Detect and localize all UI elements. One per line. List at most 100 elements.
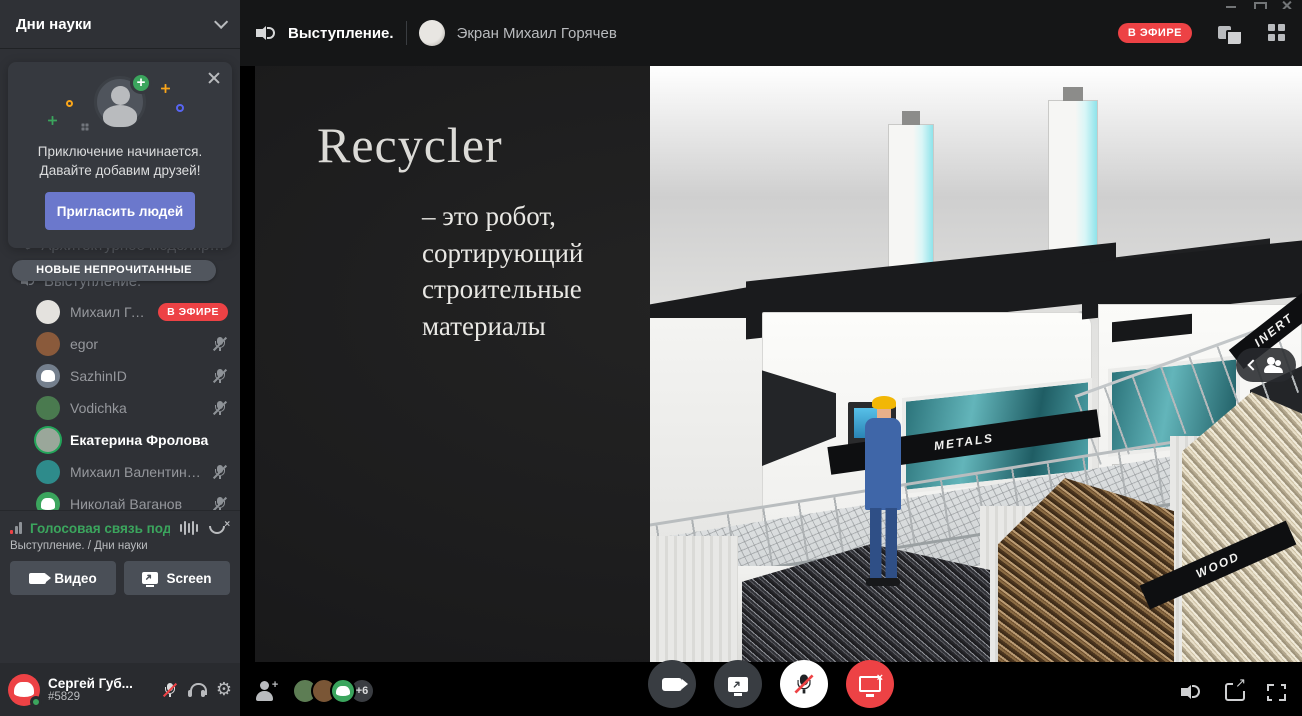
voice-member-row[interactable]: Екатерина Фролова: [0, 424, 240, 456]
participants-icon: [1264, 357, 1284, 373]
member-name: Vodichka: [70, 400, 202, 416]
window-controls[interactable]: [1226, 0, 1292, 9]
speaker-icon: [256, 24, 276, 42]
server-header[interactable]: Дни науки: [0, 0, 240, 48]
sparkle-icon: [82, 124, 85, 127]
settings-gear-icon[interactable]: ⚙: [216, 679, 232, 700]
server-name: Дни науки: [16, 16, 214, 33]
minimize-icon[interactable]: [1226, 0, 1236, 9]
sparkle-icon: [161, 84, 170, 93]
video-button[interactable]: Видео: [10, 561, 116, 595]
screen-share-button[interactable]: [714, 660, 762, 708]
slide-body-line: строительные: [422, 271, 647, 308]
slide-title: Recycler: [317, 116, 647, 174]
avatar[interactable]: [330, 678, 356, 704]
sidebar: Дни науки Архитектурное моделирование Вы…: [0, 0, 240, 716]
stage-header: Выступление. Экран Михаил Горячев В ЭФИР…: [240, 0, 1302, 66]
promo-line1: Приключение начинается.: [8, 142, 232, 161]
user-info[interactable]: Сергей Губ... #5829: [48, 676, 154, 703]
mute-toggle-icon[interactable]: [162, 682, 178, 698]
avatar: [419, 20, 445, 46]
voice-status-panel: Голосовая связь подключена × Выступление…: [0, 510, 240, 584]
member-avatar: [36, 396, 60, 420]
invite-people-button[interactable]: Пригласить людей: [45, 192, 195, 230]
camera-button[interactable]: [648, 660, 696, 708]
online-status-dot: [30, 696, 42, 708]
mic-muted-icon: [212, 368, 228, 384]
add-friend-plus-icon: +: [130, 72, 152, 94]
slide-body-line: материалы: [422, 308, 647, 345]
voice-member-row[interactable]: Михаил Валентино...: [0, 456, 240, 488]
live-badge: В ЭФИРЕ: [1118, 23, 1192, 43]
disconnect-call-icon[interactable]: ×: [208, 519, 230, 537]
member-avatar: [36, 428, 60, 452]
mic-muted-icon: [793, 673, 815, 695]
expand-participants-button[interactable]: [1236, 348, 1296, 382]
user-panel: Сергей Губ... #5829 ⚙: [0, 663, 240, 716]
member-avatar: [36, 300, 60, 324]
screen-share-video[interactable]: Recycler – это робот, сортирующий строит…: [255, 66, 1302, 662]
sparkle-icon: [48, 116, 57, 125]
worker-figure: [872, 396, 896, 409]
screen-share-icon: [728, 677, 748, 692]
mic-muted-icon: [212, 464, 228, 480]
participant-avatars[interactable]: +6: [292, 678, 375, 704]
member-name: Михаил Валентино...: [70, 464, 202, 480]
chevron-down-icon: [214, 15, 228, 29]
member-avatar: [36, 364, 60, 388]
voice-member-row[interactable]: egor: [0, 328, 240, 360]
mic-muted-icon: [212, 336, 228, 352]
member-name: SazhinID: [70, 368, 202, 384]
monitor-x-icon: ×: [859, 676, 881, 692]
screen-share-title: Экран Михаил Горячев: [457, 25, 1106, 42]
camera-icon: [662, 678, 682, 691]
discord-app: Дни науки Архитектурное моделирование Вы…: [0, 0, 1302, 716]
screen-share-icon: [142, 572, 158, 584]
sparkle-icon: [66, 100, 73, 107]
invite-promo-card: + Приключение начинается. Давайте добави…: [8, 62, 232, 248]
chevron-left-icon: [1247, 359, 1258, 370]
avatar[interactable]: [8, 674, 40, 706]
recycler-machine-image: METALS WOOD INERT: [650, 66, 1302, 662]
voice-location: Выступление. / Дни науки: [10, 540, 230, 552]
mic-muted-icon: [212, 400, 228, 416]
voice-member-row[interactable]: Vodichka: [0, 392, 240, 424]
stop-streaming-button[interactable]: ×: [846, 660, 894, 708]
voice-status-text: Голосовая связь подключена: [30, 521, 170, 536]
slide-body-line: – это робот,: [422, 198, 647, 235]
popout-player-icon[interactable]: [1218, 23, 1240, 43]
connection-signal-icon[interactable]: [10, 522, 22, 534]
stage-channel-title: Выступление.: [288, 25, 394, 42]
volume-icon[interactable]: [1181, 682, 1203, 702]
member-name: egor: [70, 336, 202, 352]
screen-share-button[interactable]: Screen: [124, 561, 230, 595]
mute-button[interactable]: [780, 660, 828, 708]
window-close-icon[interactable]: [1282, 0, 1292, 9]
member-name: Екатерина Фролова: [70, 432, 228, 448]
sparkle-icon: [176, 104, 184, 112]
new-unread-divider[interactable]: НОВЫЕ НЕПРОЧИТАННЫЕ: [12, 260, 216, 281]
live-badge: В ЭФИРЕ: [158, 303, 228, 321]
fullscreen-icon[interactable]: [1267, 684, 1286, 701]
stage-area: Выступление. Экран Михаил Горячев В ЭФИР…: [240, 0, 1302, 716]
promo-line2: Давайте добавим друзей!: [8, 161, 232, 180]
voice-member-row[interactable]: SazhinID: [0, 360, 240, 392]
maximize-icon[interactable]: [1254, 0, 1264, 9]
slide-body-line: сортирующий: [422, 235, 647, 272]
user-discriminator: #5829: [48, 691, 154, 703]
username: Сергей Губ...: [48, 676, 154, 691]
member-avatar: [36, 460, 60, 484]
divider: [406, 21, 407, 45]
popout-icon[interactable]: [1225, 683, 1245, 701]
grid-view-icon[interactable]: [1268, 24, 1286, 42]
member-avatar: [36, 332, 60, 356]
camera-icon: [29, 573, 46, 584]
stage-bottom-bar: + +6 ×: [240, 662, 1302, 716]
deafen-toggle-icon[interactable]: [188, 682, 206, 698]
voice-member-row[interactable]: Михаил Го... В ЭФИРЕ: [0, 296, 240, 328]
invite-to-call-icon[interactable]: +: [256, 681, 278, 701]
invite-illustration: +: [8, 74, 232, 138]
noise-suppression-icon[interactable]: [176, 520, 202, 536]
slide-text: Recycler – это робот, сортирующий строит…: [317, 116, 647, 344]
member-name: Михаил Го...: [70, 304, 148, 320]
